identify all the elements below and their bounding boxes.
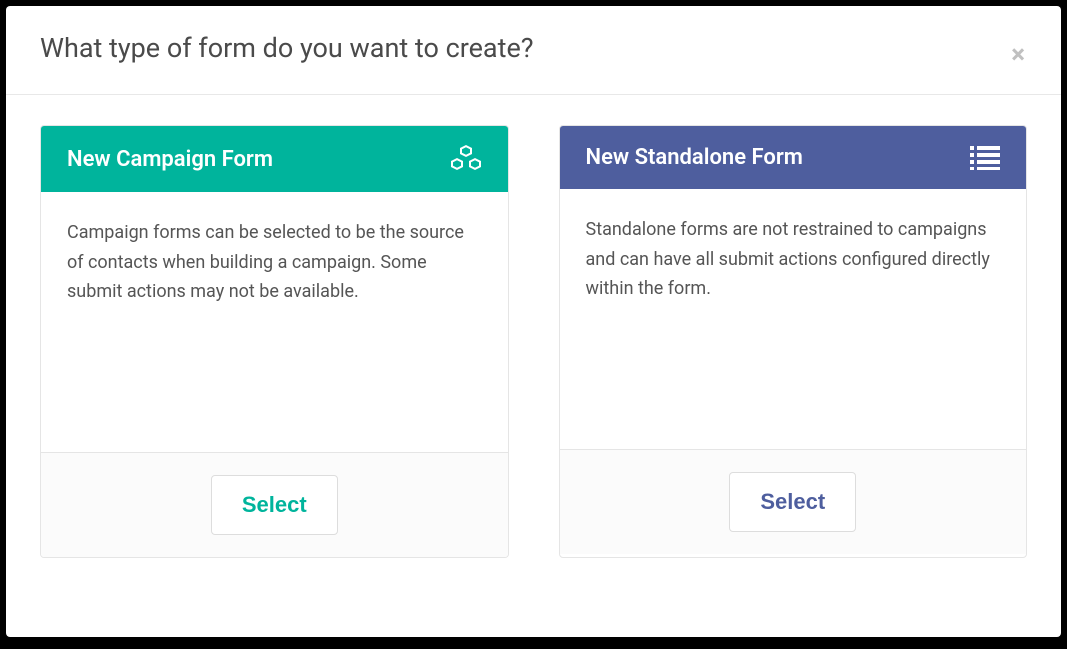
campaign-card-title: New Campaign Form (67, 147, 273, 172)
standalone-card-header: New Standalone Form (560, 126, 1027, 189)
standalone-card-title: New Standalone Form (586, 145, 803, 170)
select-campaign-button[interactable]: Select (211, 475, 338, 535)
close-icon[interactable]: × (1011, 42, 1025, 68)
standalone-form-card: New Standalone Form Standalone forms are… (559, 125, 1028, 558)
form-type-modal: What type of form do you want to create?… (6, 6, 1061, 637)
campaign-card-header: New Campaign Form (41, 126, 508, 192)
campaign-form-card: New Campaign Form Campaign forms can be … (40, 125, 509, 558)
standalone-card-footer: Select (560, 449, 1027, 554)
standalone-description: Standalone forms are not restrained to c… (560, 189, 1027, 449)
list-icon (970, 146, 1000, 170)
cubes-icon (450, 145, 482, 173)
campaign-card-footer: Select (41, 452, 508, 557)
modal-header: What type of form do you want to create?… (6, 6, 1061, 95)
select-standalone-button[interactable]: Select (729, 472, 856, 532)
modal-body: New Campaign Form Campaign forms can be … (6, 95, 1061, 588)
modal-title: What type of form do you want to create? (40, 32, 1027, 64)
campaign-description: Campaign forms can be selected to be the… (41, 192, 508, 452)
